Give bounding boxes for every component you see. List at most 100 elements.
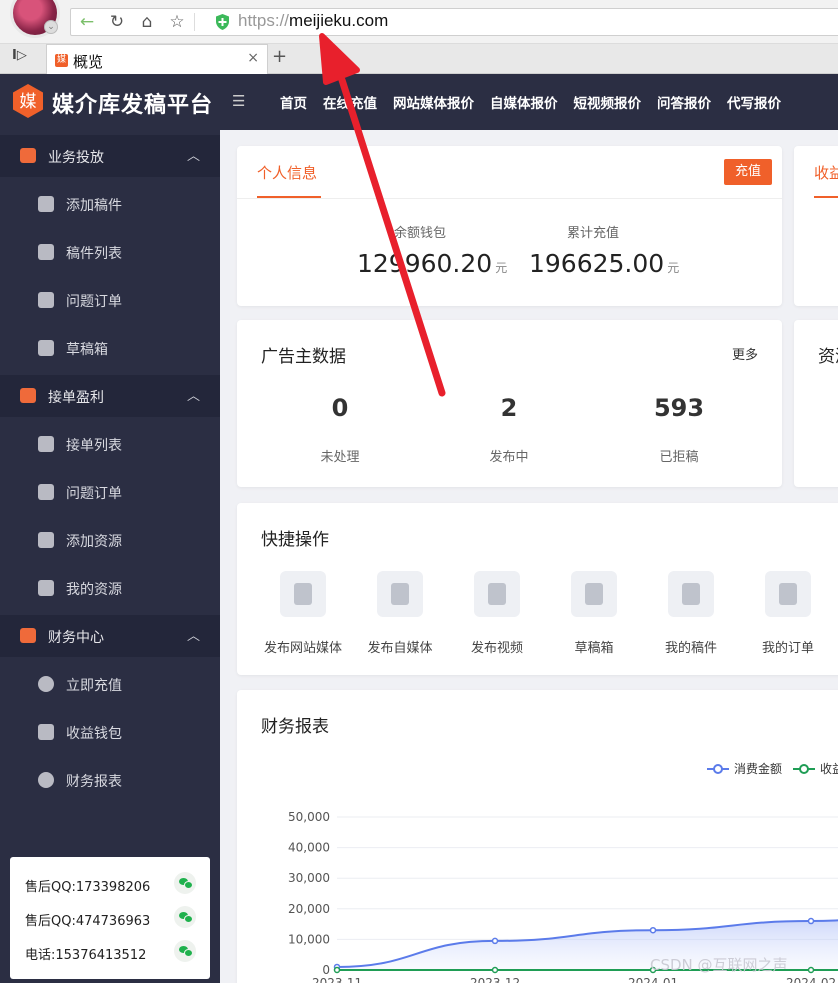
- url-scheme: https://: [238, 11, 290, 30]
- tab-personal-info[interactable]: 个人信息: [257, 162, 317, 183]
- add-resource-icon: [38, 532, 54, 548]
- sidebar-item-label: 财务报表: [66, 774, 122, 790]
- avatar-dropdown-icon[interactable]: ⌄: [44, 20, 58, 34]
- y-tick-label: 40,000: [288, 841, 330, 855]
- data-point: [649, 926, 657, 934]
- sidebar-item-problem-orders[interactable]: 问题订单: [0, 276, 220, 324]
- tab-title: 概览: [73, 53, 104, 71]
- home-button[interactable]: ⌂: [134, 8, 160, 36]
- menu-fold-icon[interactable]: ☰: [232, 92, 245, 110]
- group-label: 财务中心: [48, 630, 104, 646]
- sidebar-item-manuscript-list[interactable]: 稿件列表: [0, 228, 220, 276]
- app-title[interactable]: 媒介库发稿平台: [52, 87, 213, 119]
- x-tick-label: 2024-01: [628, 976, 678, 983]
- briefcase-icon: [20, 388, 36, 403]
- nav-qa-price[interactable]: 问答报价: [657, 92, 711, 112]
- wechat-icon[interactable]: [174, 906, 196, 928]
- tab-income[interactable]: 收益: [814, 162, 838, 183]
- balance-value: 129960.20 元: [357, 249, 507, 278]
- nav-self-media-price[interactable]: 自媒体报价: [490, 92, 558, 112]
- browser-tab[interactable]: 媒 概览 ×: [46, 44, 268, 74]
- sidebar-item-problem-orders-2[interactable]: 问题订单: [0, 468, 220, 516]
- data-point: [807, 966, 815, 974]
- publishing-label[interactable]: 发布中: [449, 446, 569, 465]
- advertiser-title: 广告主数据: [261, 347, 346, 367]
- balance-amount: 129960.20: [357, 249, 493, 278]
- wechat-icon[interactable]: [174, 872, 196, 894]
- y-tick-label: 20,000: [288, 902, 330, 916]
- edit-icon: [38, 196, 54, 212]
- watermark: CSDN @互联网之声: [650, 956, 788, 974]
- quick-my-manuscripts[interactable]: 我的稿件: [641, 571, 741, 661]
- nav-online-recharge[interactable]: 在线充值: [323, 92, 377, 112]
- quick-publish-video[interactable]: 发布视频: [447, 571, 547, 661]
- data-point: [333, 966, 341, 974]
- tab-close-icon[interactable]: ×: [247, 50, 259, 66]
- active-tab-underline: [814, 196, 838, 198]
- sidebar-item-recharge[interactable]: 立即充值: [0, 660, 220, 708]
- url-text[interactable]: https://meijieku.com: [238, 11, 388, 31]
- quick-my-orders[interactable]: 我的订单: [738, 571, 838, 661]
- finance-report-card: 财务报表 0 10,000 20,000 30,000 40,000 50,000 2023…: [237, 690, 838, 983]
- sidebar-group-orders[interactable]: 接单盈利 ︿: [0, 375, 220, 417]
- sidebar-item-my-resources[interactable]: 我的资源: [0, 564, 220, 612]
- sidebar-item-add-resource[interactable]: 添加资源: [0, 516, 220, 564]
- pending-label[interactable]: 未处理: [280, 446, 400, 465]
- publishing-count: 2: [500, 394, 518, 422]
- x-tick-label: 2023-12: [470, 976, 520, 983]
- sidebar-group-business[interactable]: 业务投放 ︿: [0, 135, 220, 177]
- personal-info-card: 个人信息 充值 余额钱包 129960.20 元 累计充值 196625.00 元: [237, 146, 782, 306]
- quick-drafts[interactable]: 草稿箱: [544, 571, 644, 661]
- sidebar-toggle-icon[interactable]: I▷: [12, 48, 27, 63]
- rejected-count: 593: [653, 394, 705, 422]
- document-icon: [38, 244, 54, 260]
- contact-qq-1: 售后QQ:173398206: [25, 880, 151, 895]
- nav-website-media-price[interactable]: 网站媒体报价: [393, 92, 474, 112]
- sidebar-item-order-list[interactable]: 接单列表: [0, 420, 220, 468]
- sidebar-item-label: 问题订单: [66, 294, 122, 310]
- y-tick-label: 50,000: [288, 810, 330, 824]
- legend-marker: [713, 764, 723, 774]
- sidebar-item-label: 稿件列表: [66, 246, 122, 262]
- quick-label: 发布自媒体: [367, 641, 433, 656]
- total-recharge-value: 196625.00 元: [529, 249, 679, 278]
- quick-publish-self-media[interactable]: 发布自媒体: [350, 571, 450, 661]
- nav-home[interactable]: 首页: [280, 92, 307, 112]
- resource-title: 资源: [818, 347, 838, 367]
- reload-button[interactable]: ↻: [104, 8, 130, 36]
- bag-icon: [38, 484, 54, 500]
- sidebar-item-label: 收益钱包: [66, 726, 122, 742]
- back-button[interactable]: ←: [74, 8, 100, 36]
- resource-data-card: 资源: [794, 320, 838, 487]
- wechat-icon[interactable]: [174, 940, 196, 962]
- sidebar-item-add-manuscript[interactable]: 添加稿件: [0, 180, 220, 228]
- bookmark-star-button[interactable]: ☆: [164, 8, 190, 36]
- contact-qq-2: 售后QQ:474736963: [25, 914, 151, 929]
- nav-ghostwrite-price[interactable]: 代写报价: [727, 92, 781, 112]
- sidebar-group-finance[interactable]: 财务中心 ︿: [0, 615, 220, 657]
- nav-short-video-price[interactable]: 短视频报价: [574, 92, 642, 112]
- more-link[interactable]: 更多: [732, 344, 758, 363]
- inbox-icon: [38, 340, 54, 356]
- balance-unit: 元: [495, 261, 508, 275]
- rejected-label[interactable]: 已拒稿: [619, 446, 739, 465]
- sidebar-item-income-wallet[interactable]: 收益钱包: [0, 708, 220, 756]
- legend-label: 收益: [820, 762, 838, 776]
- sidebar: 业务投放 ︿ 添加稿件 稿件列表 问题订单 草稿箱 接单盈利 ︿ 接单列表 问题…: [0, 130, 220, 983]
- sidebar-item-label: 添加资源: [66, 534, 122, 550]
- sidebar-item-finance-report[interactable]: 财务报表: [0, 756, 220, 804]
- new-tab-button[interactable]: +: [272, 46, 287, 67]
- quick-publish-website-media[interactable]: 发布网站媒体: [253, 571, 353, 661]
- y-tick-label: 30,000: [288, 871, 330, 885]
- sidebar-item-drafts[interactable]: 草稿箱: [0, 324, 220, 372]
- top-nav: 首页 在线充值 网站媒体报价 自媒体报价 短视频报价 问答报价 代写报价: [280, 92, 797, 112]
- yuan-icon: [38, 676, 54, 692]
- finance-chart: 0 10,000 20,000 30,000 40,000 50,000 2023-11 20…: [288, 761, 838, 983]
- video-icon: [474, 571, 520, 617]
- sidebar-item-label: 我的资源: [66, 582, 122, 598]
- group-label: 业务投放: [48, 150, 104, 166]
- recharge-button[interactable]: 充值: [724, 159, 772, 185]
- quick-actions-card: 快捷操作 发布网站媒体 发布自媒体 发布视频 草稿箱 我的稿件 我的订单: [237, 503, 838, 675]
- contact-phone: 电话:15376413512: [25, 948, 147, 963]
- logo-icon[interactable]: 媒: [13, 84, 43, 118]
